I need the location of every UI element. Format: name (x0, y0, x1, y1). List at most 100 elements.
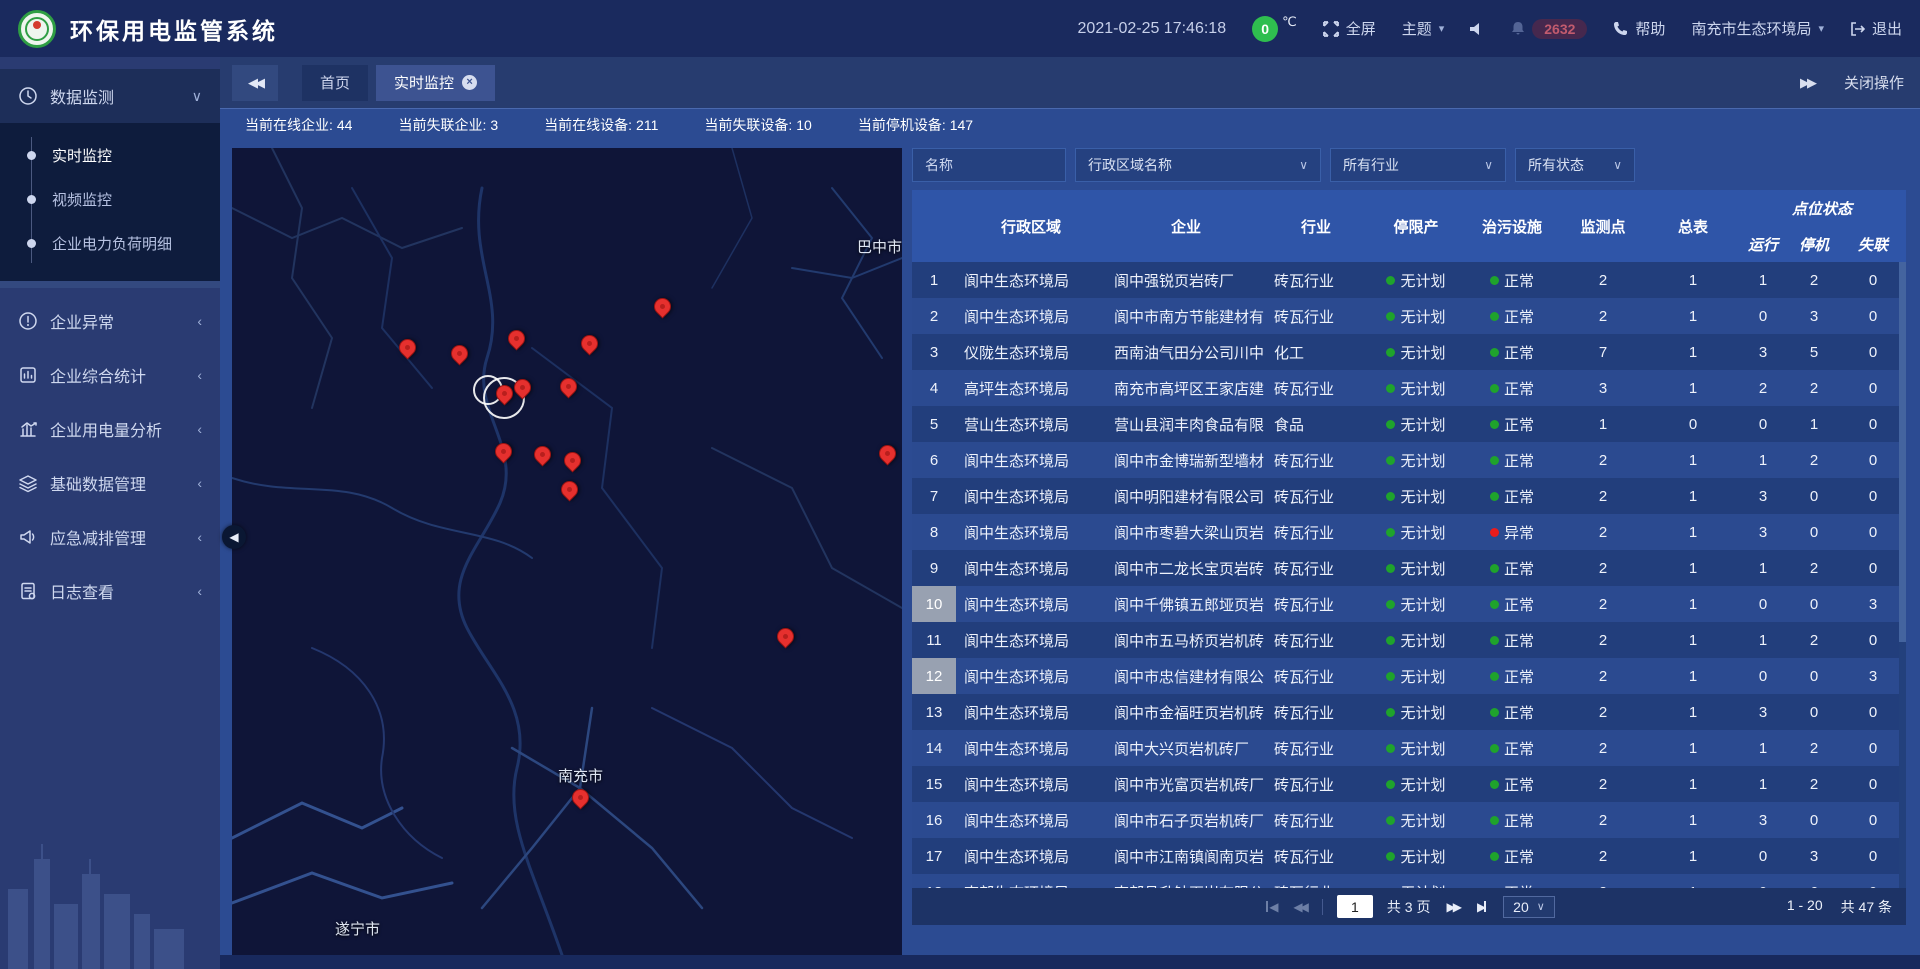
table-row[interactable]: 12阆中生态环境局阆中市忠信建材有限公砖瓦行业无计划正常21003 (912, 658, 1906, 694)
cell-stop: 0 (1788, 694, 1840, 730)
cell-stop: 3 (1788, 298, 1840, 334)
theme-menu[interactable]: 主题 ▾ (1402, 18, 1445, 39)
table-row[interactable]: 4高坪生态环境局南充市高坪区王家店建砖瓦行业无计划正常31220 (912, 370, 1906, 406)
region-filter-select[interactable]: 行政区域名称 ∨ (1075, 148, 1321, 182)
user-org-menu[interactable]: 南充市生态环境局 ▾ (1691, 18, 1824, 39)
cell-points: 3 (1558, 370, 1648, 406)
table-row[interactable]: 9阆中生态环境局阆中市二龙长宝页岩砖砖瓦行业无计划正常21120 (912, 550, 1906, 586)
sidebar-item-enterprise-abnormal[interactable]: 企业异常‹ (0, 294, 220, 348)
table-row[interactable]: 15阆中生态环境局阆中市光富页岩机砖厂砖瓦行业无计划正常21120 (912, 766, 1906, 802)
prev-page-button[interactable]: ◀◀ (1291, 900, 1307, 914)
table-row[interactable]: 6阆中生态环境局阆中市金博瑞新型墙材砖瓦行业无计划正常21120 (912, 442, 1906, 478)
fullscreen-button[interactable]: 全屏 (1323, 18, 1376, 39)
cell-points: 2 (1558, 730, 1648, 766)
name-filter-input[interactable] (925, 157, 1053, 173)
sidebar-item-log-view[interactable]: 日志查看‹ (0, 564, 220, 618)
cell-lost: 0 (1840, 874, 1906, 888)
cell-plan: 无计划 (1366, 442, 1466, 478)
table-row[interactable]: 16阆中生态环境局阆中市石子页岩机砖厂砖瓦行业无计划正常21300 (912, 802, 1906, 838)
chevron-down-icon: ∨ (1289, 158, 1308, 172)
sidebar-item-emergency-reduction[interactable]: 应急减排管理‹ (0, 510, 220, 564)
page-size-select[interactable]: 20 ∨ (1503, 896, 1555, 918)
table-row[interactable]: 11阆中生态环境局阆中市五马桥页岩机砖砖瓦行业无计划正常21120 (912, 622, 1906, 658)
sidebar-item-power-usage-analysis[interactable]: 企业用电量分析‹ (0, 402, 220, 456)
stat-label: 当前失联企业: (398, 117, 486, 133)
tab-home[interactable]: 首页 (302, 65, 368, 101)
name-filter[interactable] (912, 148, 1066, 182)
tabs-scroll-right-button[interactable]: ▶▶ (1800, 75, 1814, 91)
clock-icon (18, 86, 38, 106)
fullscreen-icon (1323, 21, 1339, 37)
tabs-scroll-left-button[interactable]: ◀◀ (232, 65, 278, 101)
cell-index: 2 (912, 298, 956, 334)
sidebar-item-data-monitoring[interactable]: 数据监测 ∨ (0, 69, 220, 123)
cell-industry: 砖瓦行业 (1266, 370, 1366, 406)
map[interactable]: 巴中市南充市遂宁市 (232, 148, 902, 955)
mute-button[interactable] (1470, 22, 1485, 36)
table-body: 1阆中生态环境局阆中强锐页岩砖厂砖瓦行业无计划正常211202阆中生态环境局阆中… (912, 262, 1906, 888)
cell-region: 阆中生态环境局 (956, 478, 1106, 514)
table-row[interactable]: 7阆中生态环境局阆中明阳建材有限公司砖瓦行业无计划正常21300 (912, 478, 1906, 514)
table-scrollbar[interactable] (1899, 262, 1906, 888)
cell-meter: 1 (1648, 730, 1738, 766)
cell-lost: 0 (1840, 514, 1906, 550)
sidebar-item-enterprise-stats[interactable]: 企业综合统计‹ (0, 348, 220, 402)
sidebar-item-label: 数据监测 (50, 84, 114, 108)
close-operations-button[interactable]: 关闭操作 (1844, 72, 1904, 93)
col-group-point-status: 点位状态 (1738, 190, 1906, 226)
double-right-icon: ▶▶ (1800, 75, 1814, 90)
sidebar-subitem-video-monitor[interactable]: 视频监控 (0, 177, 220, 221)
chevron-down-icon: ∨ (192, 88, 202, 105)
sidebar: 数据监测 ∨ 实时监控视频监控企业电力负荷明细企业异常‹企业综合统计‹企业用电量分析… (0, 57, 220, 969)
next-page-button[interactable]: ▶▶ (1444, 900, 1460, 914)
cell-points: 2 (1558, 874, 1648, 888)
table-row[interactable]: 13阆中生态环境局阆中市金福旺页岩机砖砖瓦行业无计划正常21300 (912, 694, 1906, 730)
sidebar-item-base-data-mgmt[interactable]: 基础数据管理‹ (0, 456, 220, 510)
logout-button[interactable]: 退出 (1850, 18, 1902, 39)
cell-points: 7 (1558, 334, 1648, 370)
sidebar-subitem-realtime-monitor[interactable]: 实时监控 (0, 133, 220, 177)
cell-index: 7 (912, 478, 956, 514)
sidebar-collapse-handle[interactable]: ◀ (222, 525, 246, 549)
col-lost: 失联 (1840, 226, 1906, 262)
table-row[interactable]: 8阆中生态环境局阆中市枣碧大梁山页岩砖瓦行业无计划异常21300 (912, 514, 1906, 550)
help-button[interactable]: 帮助 (1613, 18, 1665, 39)
col-facility: 治污设施 (1466, 190, 1558, 262)
cell-plan: 无计划 (1366, 802, 1466, 838)
last-page-button[interactable]: ▶ (1475, 900, 1489, 914)
cell-index: 4 (912, 370, 956, 406)
table-row[interactable]: 17阆中生态环境局阆中市江南镇阆南页岩砖瓦行业无计划正常21030 (912, 838, 1906, 874)
cell-run: 1 (1738, 550, 1788, 586)
table-row[interactable]: 3仪陇生态环境局西南油气田分公司川中化工无计划正常71350 (912, 334, 1906, 370)
col-points: 监测点 (1558, 190, 1648, 262)
cell-company: 阆中千佛镇五郎垭页岩 (1106, 586, 1266, 622)
cell-index: 18 (912, 874, 956, 888)
tab-label: 实时监控 (394, 72, 454, 93)
table-row[interactable]: 10阆中生态环境局阆中千佛镇五郎垭页岩砖瓦行业无计划正常21003 (912, 586, 1906, 622)
table-row[interactable]: 2阆中生态环境局阆中市南方节能建材有砖瓦行业无计划正常21030 (912, 298, 1906, 334)
cell-region: 阆中生态环境局 (956, 766, 1106, 802)
table-row[interactable]: 18南部生态环境局南部县升钟页岩有限公砖瓦行业无计划正常21060 (912, 874, 1906, 888)
page-number-input[interactable] (1337, 895, 1373, 918)
sidebar-subitem-power-load-detail[interactable]: 企业电力负荷明细 (0, 221, 220, 265)
facility-status-dot (1490, 384, 1499, 393)
cell-region: 阆中生态环境局 (956, 658, 1106, 694)
cell-region: 阆中生态环境局 (956, 550, 1106, 586)
notifications[interactable]: 2632 (1511, 19, 1587, 39)
double-left-icon: ◀◀ (248, 75, 262, 91)
cell-meter: 1 (1648, 550, 1738, 586)
tab-close-icon[interactable]: × (462, 75, 477, 90)
table-row[interactable]: 1阆中生态环境局阆中强锐页岩砖厂砖瓦行业无计划正常21120 (912, 262, 1906, 298)
table-row[interactable]: 14阆中生态环境局阆中大兴页岩机砖厂砖瓦行业无计划正常21120 (912, 730, 1906, 766)
cell-company: 阆中市二龙长宝页岩砖 (1106, 550, 1266, 586)
first-page-button[interactable]: ◀ (1263, 900, 1277, 914)
tab-realtime-monitor[interactable]: 实时监控 × (376, 65, 495, 101)
status-filter-select[interactable]: 所有状态 ∨ (1515, 148, 1635, 182)
skyline-watermark (0, 819, 220, 969)
chevron-left-icon: ‹ (197, 475, 202, 491)
cell-points: 2 (1558, 586, 1648, 622)
cell-run: 1 (1738, 442, 1788, 478)
industry-filter-select[interactable]: 所有行业 ∨ (1330, 148, 1506, 182)
table-row[interactable]: 5营山生态环境局营山县润丰肉食品有限食品无计划正常10010 (912, 406, 1906, 442)
cell-industry: 砖瓦行业 (1266, 766, 1366, 802)
